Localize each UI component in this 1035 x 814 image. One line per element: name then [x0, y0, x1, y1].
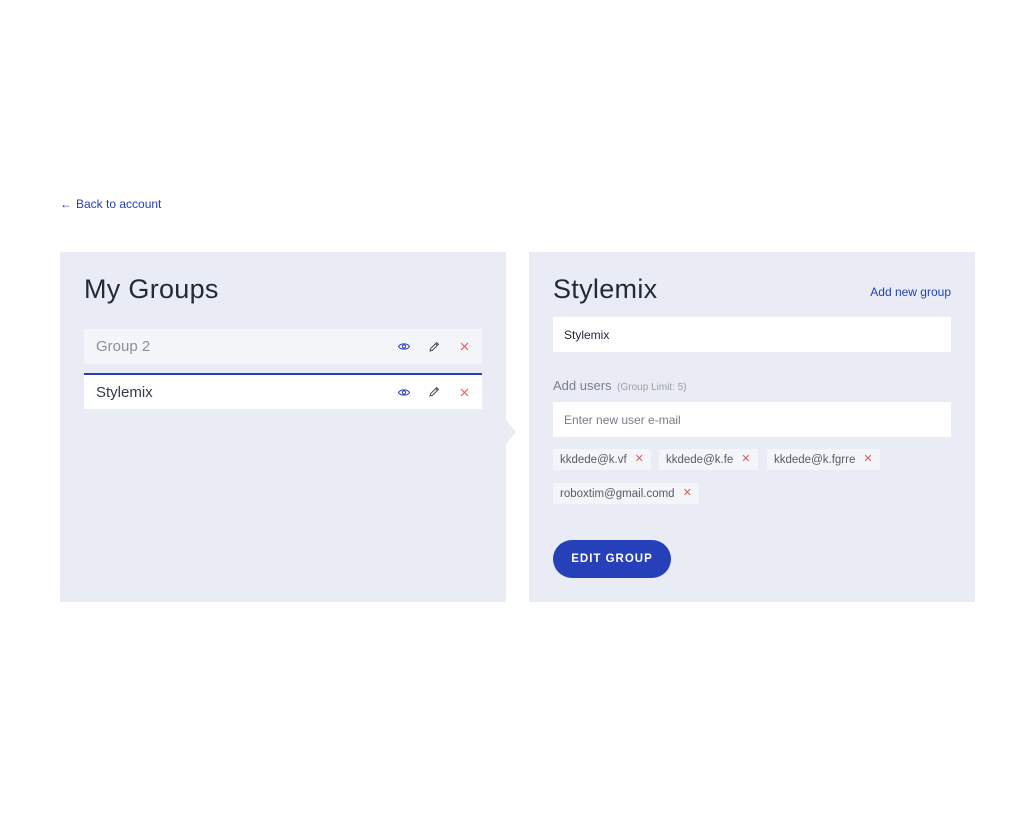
my-groups-title: My Groups — [84, 274, 219, 304]
user-tag: kkdede@k.fe ✕ — [659, 449, 758, 470]
add-new-group-link[interactable]: Add new group — [870, 285, 951, 299]
pencil-icon[interactable] — [428, 386, 440, 398]
arrow-left-icon: ← — [60, 197, 72, 211]
close-icon[interactable] — [458, 341, 470, 353]
edit-group-button[interactable]: EDIT GROUP — [553, 540, 671, 578]
user-tag: kkdede@k.fgrre ✕ — [767, 449, 880, 470]
remove-user-icon[interactable]: ✕ — [863, 454, 872, 465]
close-icon[interactable] — [458, 386, 470, 398]
add-users-label: Add users (Group Limit: 5) — [553, 378, 687, 393]
group-row-group-2[interactable]: Group 2 — [84, 329, 482, 364]
group-name-input[interactable] — [553, 317, 951, 352]
user-tag-email: roboxtim@gmail.comd — [560, 487, 675, 500]
group-editor-panel: Stylemix Add new group Add users (Group … — [529, 252, 975, 602]
user-tag: roboxtim@gmail.comd ✕ — [553, 483, 699, 504]
my-groups-panel: My Groups Group 2 Stylemix — [60, 252, 506, 602]
pencil-icon[interactable] — [428, 341, 440, 353]
group-limit-text: (Group Limit: 5) — [617, 382, 687, 393]
remove-user-icon[interactable]: ✕ — [635, 454, 644, 465]
group-row-stylemix[interactable]: Stylemix — [84, 373, 482, 409]
remove-user-icon[interactable]: ✕ — [741, 454, 750, 465]
back-to-account-link[interactable]: ← Back to account — [60, 197, 161, 211]
user-tag-email: kkdede@k.fgrre — [774, 453, 856, 466]
group-name: Group 2 — [96, 338, 151, 355]
eye-icon[interactable] — [398, 386, 410, 398]
eye-icon[interactable] — [398, 341, 410, 353]
group-editor-title: Stylemix — [553, 274, 658, 304]
email-input[interactable] — [553, 402, 951, 437]
panel-pointer — [506, 420, 516, 444]
user-tag-email: kkdede@k.fe — [666, 453, 734, 466]
user-tag-email: kkdede@k.vf — [560, 453, 627, 466]
user-tag: kkdede@k.vf ✕ — [553, 449, 651, 470]
add-users-text: Add users — [553, 378, 612, 393]
back-link-label: Back to account — [76, 197, 162, 211]
group-name: Stylemix — [96, 383, 153, 401]
remove-user-icon[interactable]: ✕ — [683, 488, 692, 499]
